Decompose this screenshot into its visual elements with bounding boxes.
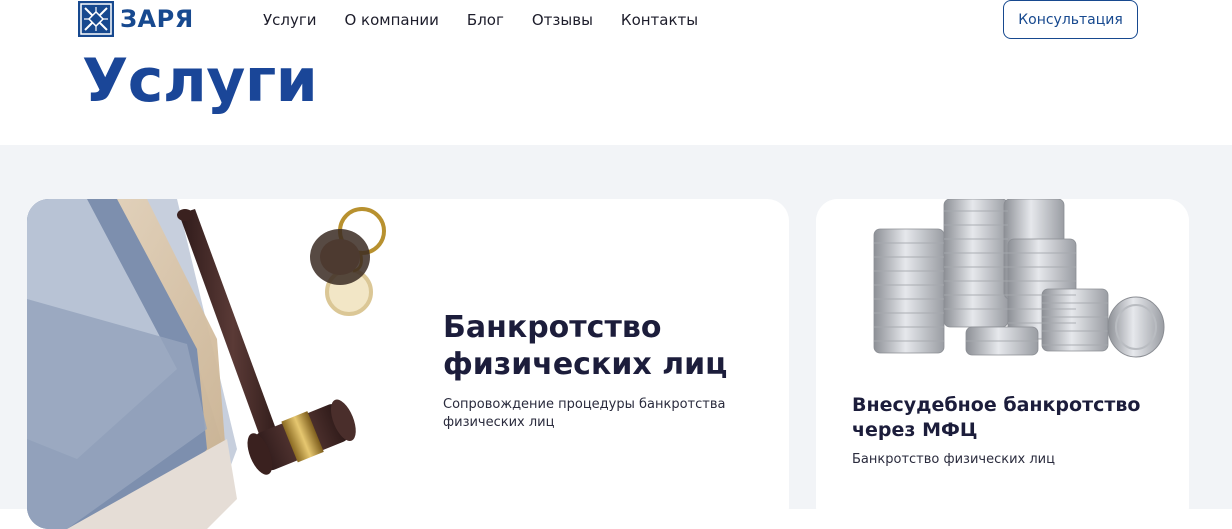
card-title: Банкротство физических лиц xyxy=(443,310,728,382)
card-description: Банкротство физических лиц xyxy=(852,452,1055,467)
nav-item-contacts[interactable]: Контакты xyxy=(621,10,698,30)
service-card-mfc-bankruptcy[interactable]: Внесудебное банкротство через МФЦ Банкро… xyxy=(816,199,1189,529)
main-nav: Услуги О компании Блог Отзывы Контакты xyxy=(263,10,726,30)
nav-item-reviews[interactable]: Отзывы xyxy=(532,10,593,30)
card-description: Сопровождение процедуры банкротства физи… xyxy=(443,397,726,430)
logo-mark-icon xyxy=(78,1,114,37)
nav-item-blog[interactable]: Блог xyxy=(467,10,504,30)
card-title: Внесудебное банкротство через МФЦ xyxy=(852,394,1141,441)
services-section: Банкротство физических лиц Сопровождение… xyxy=(0,145,1232,529)
service-card-bankruptcy[interactable]: Банкротство физических лиц Сопровождение… xyxy=(27,199,789,529)
site-header: ЗАРЯ Услуги О компании Блог Отзывы Конта… xyxy=(0,0,1232,145)
coin-stacks-illustration xyxy=(816,199,1189,359)
logo[interactable]: ЗАРЯ xyxy=(78,1,194,37)
page-title: Услуги xyxy=(82,46,318,116)
nav-item-about[interactable]: О компании xyxy=(344,10,438,30)
consultation-button[interactable]: Консультация xyxy=(1003,0,1138,39)
nav-item-services[interactable]: Услуги xyxy=(263,10,316,30)
logo-text: ЗАРЯ xyxy=(120,5,194,33)
gavel-documents-illustration xyxy=(27,199,407,529)
